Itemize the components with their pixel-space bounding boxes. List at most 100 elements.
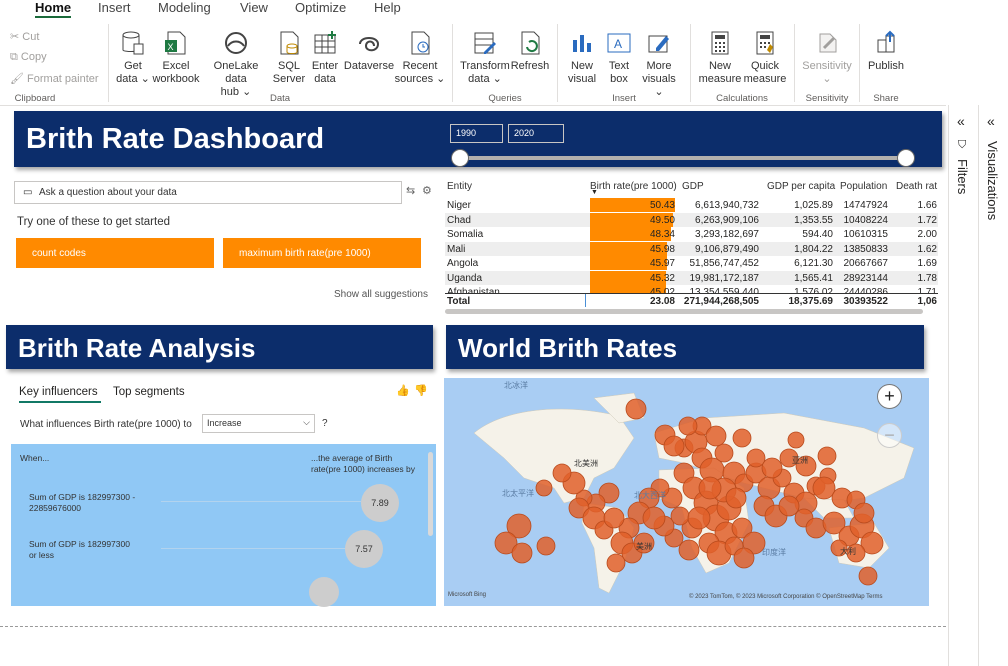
onelake-label-2: hub ⌄: [220, 86, 252, 98]
tab-key-influencers[interactable]: Key influencers: [19, 386, 98, 398]
date-to-input[interactable]: 2020: [508, 124, 564, 143]
table-row[interactable]: Angola 45.97 51,856,747,452 6,121.30 2066766…: [445, 256, 938, 271]
tab-home[interactable]: Home: [35, 0, 71, 15]
slider-end-handle[interactable]: [897, 149, 915, 167]
slider-start-handle[interactable]: [451, 149, 469, 167]
tab-help[interactable]: Help: [374, 0, 401, 15]
table-row[interactable]: Mali 45.98 9,106,879,490 1,804.22 13850833 1.…: [445, 241, 938, 256]
sensitivity-button[interactable]: Sensitivity ⌄: [800, 30, 854, 86]
col-header-birth-rate[interactable]: Birth rate(pre 1000): [590, 181, 677, 192]
influencers-scrollbar[interactable]: [428, 452, 433, 536]
publish-button[interactable]: Publish: [864, 30, 908, 73]
tab-view[interactable]: View: [240, 0, 268, 15]
country-bubble[interactable]: [853, 502, 875, 524]
col-header-gdp-per-capita[interactable]: GDP per capita: [767, 181, 835, 192]
tab-top-segments[interactable]: Top segments: [113, 386, 185, 398]
qna-options-icon[interactable]: ⇆: [406, 184, 415, 197]
text-box-button[interactable]: A Text box: [601, 30, 637, 86]
country-bubble[interactable]: [705, 425, 727, 447]
table-row[interactable]: Uganda 45.32 19,981,172,187 1,565.41 2892314…: [445, 270, 938, 285]
col-header-population[interactable]: Population: [840, 181, 887, 192]
country-bubble[interactable]: [714, 443, 734, 463]
qna-input[interactable]: ▭ Ask a question about your data: [14, 181, 402, 204]
table-row[interactable]: Chad 49.50 6,263,909,106 1,353.55 10408224 1.…: [445, 212, 938, 227]
get-data-button[interactable]: Get data ⌄: [114, 30, 152, 86]
gear-icon[interactable]: ⚙: [422, 184, 432, 197]
thumbs-up-icon[interactable]: 👍: [396, 384, 410, 397]
country-bubble[interactable]: [761, 457, 783, 479]
country-bubble[interactable]: [778, 495, 800, 517]
cut-button[interactable]: ✂ Cut: [10, 30, 39, 43]
new-measure-button[interactable]: New measure: [696, 30, 744, 86]
tab-optimize[interactable]: Optimize: [295, 0, 346, 15]
country-bubble[interactable]: [787, 431, 805, 449]
more-visuals-button[interactable]: More visuals ⌄: [637, 30, 681, 99]
transform-label-2: data ⌄: [468, 73, 502, 85]
country-bubble[interactable]: [536, 536, 556, 556]
zoom-in-button[interactable]: +: [877, 384, 902, 409]
table-row[interactable]: Somalia 48.34 3,293,182,697 594.40 10610315 2…: [445, 227, 938, 242]
suggestion-count-codes[interactable]: count codes: [16, 238, 214, 268]
table-horizontal-scrollbar[interactable]: [445, 309, 923, 314]
country-bubble[interactable]: [535, 479, 553, 497]
map-attribution[interactable]: © 2023 TomTom, © 2023 Microsoft Corporat…: [689, 594, 882, 600]
dataverse-button[interactable]: Dataverse: [342, 30, 396, 73]
country-bubble[interactable]: [733, 547, 755, 569]
total-label: Total: [447, 296, 471, 307]
show-all-suggestions-link[interactable]: Show all suggestions: [334, 289, 428, 300]
collapse-filters-icon[interactable]: «: [957, 113, 965, 129]
onelake-data-hub-button[interactable]: OneLake data hub ⌄: [202, 30, 270, 99]
format-painter-button[interactable]: 🖌 Format painter: [10, 72, 99, 85]
filters-pane[interactable]: « ⛉ Filters: [948, 105, 978, 666]
cell-entity: Chad: [447, 214, 471, 226]
enter-data-button[interactable]: Enter data: [307, 30, 343, 86]
country-bubble[interactable]: [817, 446, 837, 466]
thumbs-down-icon[interactable]: 👎: [414, 384, 428, 397]
help-icon[interactable]: ?: [322, 418, 328, 429]
copy-button[interactable]: ⧉ Copy: [10, 51, 47, 64]
country-bubble[interactable]: [511, 542, 533, 564]
influencer-value-bubble[interactable]: [309, 577, 339, 607]
country-bubble[interactable]: [678, 416, 698, 436]
country-bubble[interactable]: [552, 463, 572, 483]
tab-insert[interactable]: Insert: [98, 0, 131, 15]
influence-direction-dropdown[interactable]: Increase ⌵: [202, 414, 315, 433]
col-header-death-rate[interactable]: Death rat: [896, 181, 937, 192]
country-bubble[interactable]: [725, 487, 747, 509]
excel-workbook-button[interactable]: X Excel workbook: [150, 30, 202, 86]
col-header-entity[interactable]: Entity: [447, 181, 472, 192]
country-bubble[interactable]: [812, 476, 836, 500]
influencer-value-bubble[interactable]: 7.57: [345, 530, 383, 568]
country-bubble[interactable]: [606, 553, 626, 573]
collapse-visualizations-icon[interactable]: «: [987, 113, 995, 129]
date-from-input[interactable]: 1990: [450, 124, 503, 143]
country-bubble[interactable]: [678, 539, 700, 561]
country-bubble[interactable]: [732, 428, 752, 448]
zoom-out-button[interactable]: −: [877, 423, 902, 448]
recent-sources-button[interactable]: Recent sources ⌄: [394, 30, 446, 86]
divider: [557, 24, 558, 102]
world-map[interactable]: 北冰洋 北美洲 亚洲 北太平洋 北大西洋 美洲 印度洋 大利 + − Micro…: [444, 378, 929, 606]
chat-icon: ▭: [23, 187, 33, 198]
country-bubble[interactable]: [625, 398, 647, 420]
table-row[interactable]: Niger 50.43 6,613,940,732 1,025.89 14747924 1…: [445, 198, 938, 213]
col-header-gdp[interactable]: GDP: [682, 181, 704, 192]
country-bubble[interactable]: [698, 476, 722, 500]
quick-measure-button[interactable]: Quick measure: [742, 30, 788, 86]
country-bubble[interactable]: [642, 506, 666, 530]
visualizations-pane[interactable]: « Visualizations: [978, 105, 1008, 666]
transform-data-button[interactable]: Transform data ⌄: [458, 30, 512, 86]
new-visual-button[interactable]: New visual: [563, 30, 601, 86]
country-bubble[interactable]: [603, 507, 625, 529]
country-bubble[interactable]: [663, 435, 685, 457]
tab-modeling[interactable]: Modeling: [158, 0, 211, 15]
suggestion-max-birth-rate[interactable]: maximum birth rate(pre 1000): [223, 238, 421, 268]
country-bubble[interactable]: [858, 566, 878, 586]
country-bubble[interactable]: [687, 506, 711, 530]
cell-gdppc: 1,353.55: [794, 214, 833, 226]
influencer-value-bubble[interactable]: 7.89: [361, 484, 399, 522]
sql-server-button[interactable]: SQL Server: [270, 30, 308, 86]
date-range-slider[interactable]: [460, 156, 906, 160]
refresh-button[interactable]: Refresh: [510, 30, 550, 73]
influencer-connector: [161, 548, 345, 549]
